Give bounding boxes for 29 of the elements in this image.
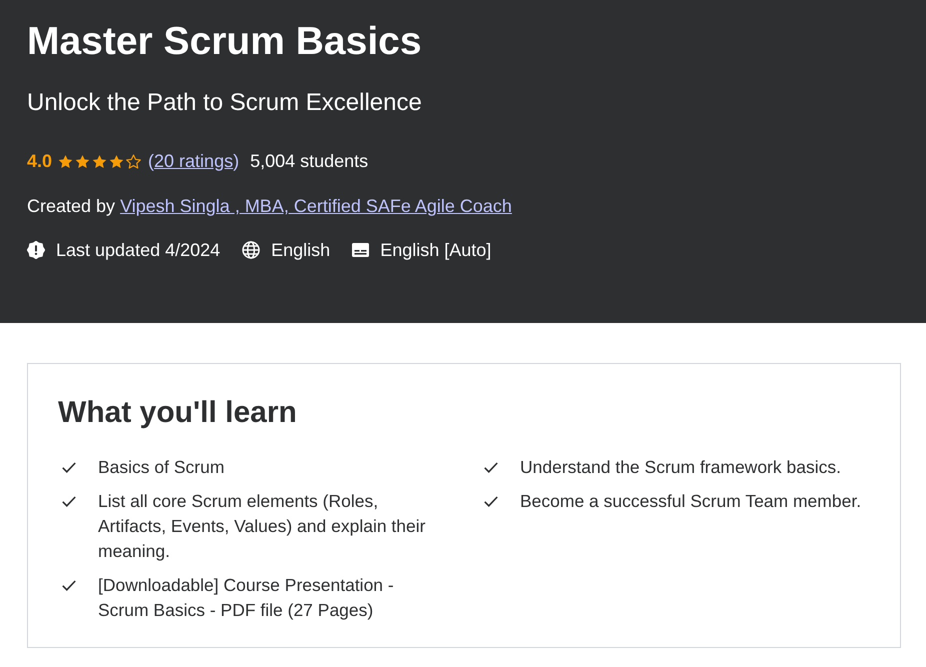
empty-star-icon — [126, 154, 142, 168]
globe-icon — [242, 241, 260, 259]
captions-text: English [Auto] — [380, 239, 492, 262]
star-icon — [92, 154, 108, 168]
alert-badge-icon — [27, 241, 45, 259]
rating-score: 4.0 — [27, 150, 52, 173]
star-icon — [58, 154, 74, 168]
captions-icon — [352, 243, 370, 257]
instructor-link[interactable]: Vipesh Singla , MBA, Certified SAFe Agile Coach — [120, 196, 512, 216]
learn-item-text: [Downloadable] Course Presentation - Scrum Basics - PDF file (27 Pages) — [98, 575, 394, 620]
created-by-text: Created by Vipesh Singla , MBA, Certified SAFe Agile Coach — [27, 195, 512, 218]
check-icon — [484, 496, 498, 507]
learn-item-text: Understand the Scrum framework basics. — [520, 457, 841, 477]
ratings-link[interactable]: (20 ratings) — [148, 148, 240, 174]
learn-item-text: Become a successful Scrum Team member. — [520, 491, 862, 511]
section-heading: What you'll learn — [58, 395, 297, 431]
star-icon — [109, 154, 124, 168]
last-updated-text: Last updated 4/2024 — [56, 239, 220, 262]
learn-item-text: Basics of Scrum — [98, 457, 224, 477]
student-count: 5,004 students — [250, 150, 368, 173]
language-text: English — [271, 239, 330, 262]
course-title: Master Scrum Basics — [27, 19, 422, 65]
check-icon — [62, 462, 76, 473]
star-icon — [75, 154, 90, 168]
learn-item-text: List all core Scrum elements (Roles, Artifacts, Events, Values) and explain their meaning. — [98, 491, 426, 561]
check-icon — [62, 496, 76, 507]
check-icon — [62, 580, 76, 591]
check-icon — [484, 462, 498, 473]
course-subtitle: Unlock the Path to Scrum Excellence — [27, 88, 422, 118]
